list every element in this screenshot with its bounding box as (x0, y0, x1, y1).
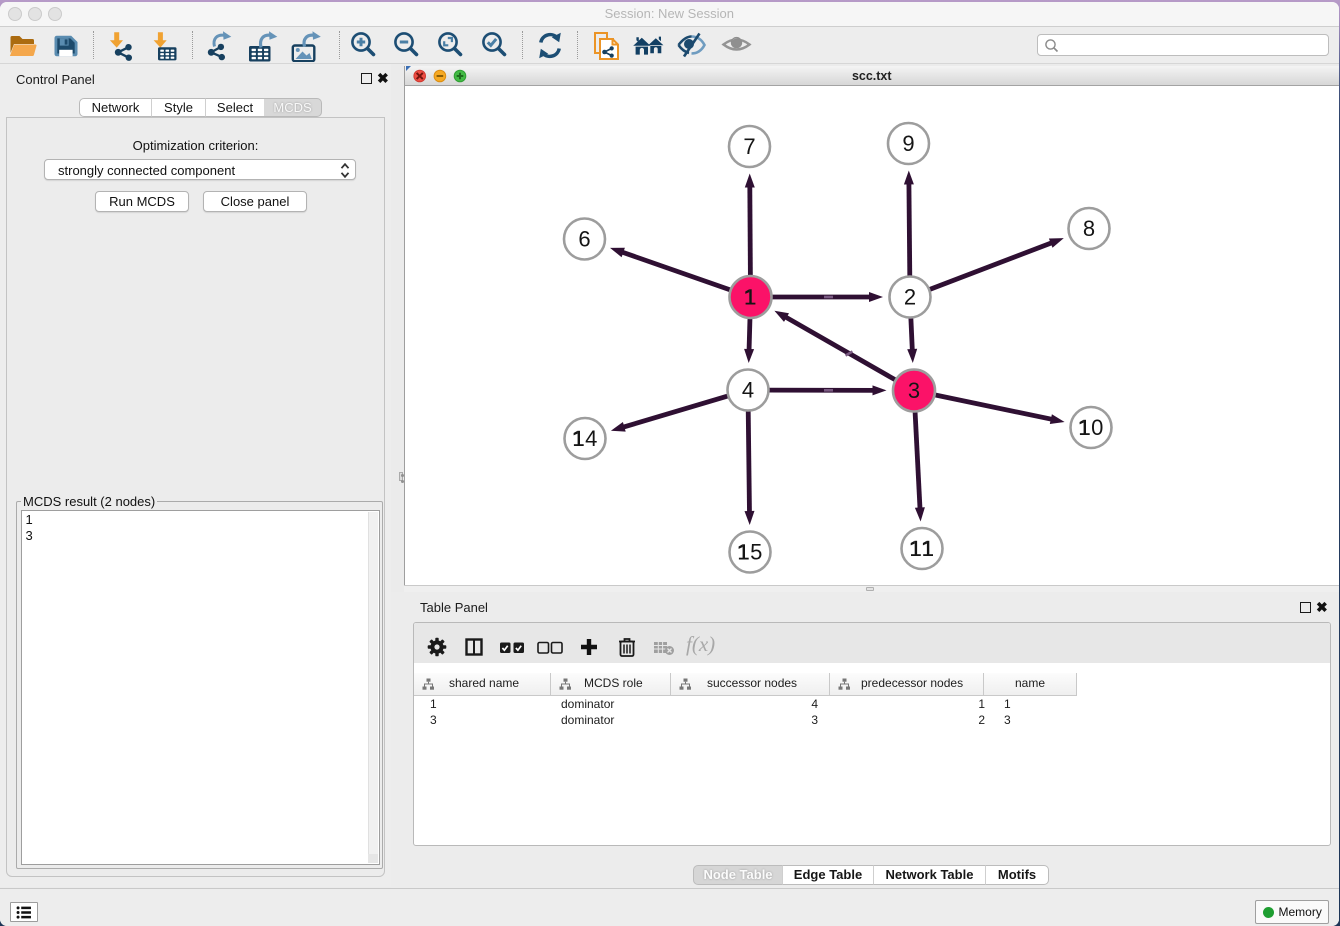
svg-text:7: 7 (743, 134, 755, 159)
svg-text:8: 8 (1083, 216, 1095, 241)
svg-text:0: 0 (1091, 415, 1103, 440)
svg-text:4: 4 (585, 426, 597, 451)
svg-text:4: 4 (742, 378, 754, 403)
svg-text:2: 2 (904, 285, 916, 310)
svg-text:6: 6 (578, 227, 590, 252)
svg-text:9: 9 (902, 131, 914, 156)
svg-text:5: 5 (750, 540, 762, 565)
svg-text:3: 3 (908, 378, 920, 403)
